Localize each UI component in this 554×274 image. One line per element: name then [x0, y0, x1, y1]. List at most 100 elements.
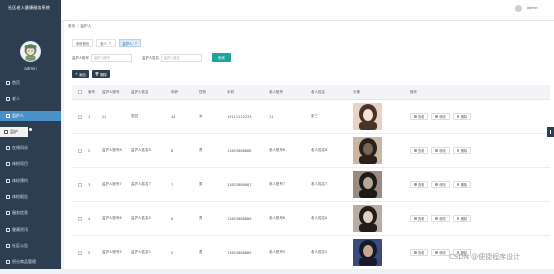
view-label: 查看 — [418, 115, 425, 119]
cell-age: 7 — [171, 182, 174, 187]
photo-image — [353, 205, 382, 232]
close-icon[interactable]: × — [109, 41, 112, 45]
cell-sex: 女 — [199, 114, 203, 118]
header-phone: 手机 — [227, 89, 234, 94]
view-button[interactable]: 查看 — [410, 249, 429, 256]
sidebar-item-checkup-report[interactable]: 体检报告 — [0, 192, 61, 202]
sidebar-item-label: 监护人 — [12, 112, 24, 118]
cell-elder-name: 老人姓名8 — [311, 148, 328, 152]
action-bar: + 添加 🗑 删除 — [72, 70, 110, 78]
row-checkbox[interactable] — [72, 182, 88, 187]
select-all-checkbox[interactable] — [72, 90, 88, 94]
sidebar-item-service-info[interactable]: 服务信息 — [0, 208, 61, 218]
view-label: 查看 — [418, 149, 425, 153]
sidebar-item-label: 在线问诊 — [12, 145, 28, 151]
edit-button[interactable]: 修改 — [431, 113, 450, 120]
header-elder-account: 老人账号 — [269, 89, 283, 94]
delete-row-button[interactable]: 删除 — [452, 181, 472, 188]
checkbox-box — [78, 148, 82, 153]
eye-icon — [414, 183, 417, 186]
sidebar-subitem-guardian[interactable]: 监护 — [0, 126, 28, 137]
sidebar-item-elder[interactable]: 老人 — [0, 94, 61, 104]
cell-sex: 男 — [199, 216, 203, 220]
avatar[interactable] — [20, 41, 41, 62]
cell-sex: 男 — [199, 250, 203, 254]
view-button[interactable]: 查看 — [410, 113, 429, 120]
sidebar-item-guardian[interactable]: 监护人 — [0, 110, 61, 121]
breadcrumb-home[interactable]: 首页 — [68, 24, 75, 28]
sidebar-item-points-goods[interactable]: 积分商品管理 — [0, 257, 61, 267]
edit-icon — [435, 217, 438, 220]
tab-system-home[interactable]: 系统首页 — [72, 39, 94, 47]
eye-icon — [414, 115, 417, 118]
delete-row-button[interactable]: 删除 — [452, 147, 472, 154]
photo-image — [353, 137, 382, 164]
top-username[interactable]: admin — [527, 6, 538, 10]
edit-label: 修改 — [439, 217, 446, 221]
row-checkbox[interactable] — [72, 114, 88, 119]
header-age: 年龄 — [171, 89, 178, 94]
row-checkbox[interactable] — [72, 250, 88, 255]
header-operations: 操作 — [410, 89, 417, 94]
cell-elder-name: 张三 — [311, 114, 318, 118]
cell-phone: 13823888888 — [227, 148, 252, 153]
edit-button[interactable]: 修改 — [431, 181, 450, 188]
row-checkbox[interactable] — [72, 216, 88, 221]
sidebar-item-checkup-items[interactable]: 体检项目 — [0, 159, 61, 169]
edit-button[interactable]: 修改 — [431, 215, 450, 222]
sidebar-item-checkup-booking[interactable]: 体检预约 — [0, 176, 61, 186]
news-icon — [6, 227, 10, 232]
trash-icon — [456, 149, 460, 152]
cell-index: 4 — [88, 216, 91, 221]
delete-button[interactable]: 🗑 删除 — [91, 70, 110, 78]
user-avatar-icon[interactable] — [515, 5, 522, 12]
cell-account: 监护人账号7 — [102, 182, 122, 186]
table-row: 3 监护人账号7 监护人姓名7 7 男 13823888887 老人账号7 老人… — [72, 168, 550, 202]
table-row: 1 22 张四 44 女 15111122233 11 张三 查看 修改 删除 — [72, 100, 550, 134]
cell-phone: 13823888885 — [227, 250, 252, 255]
breadcrumb-current: 监护人 — [80, 24, 92, 28]
trash-icon — [456, 115, 460, 118]
sidebar-item-consultation[interactable]: 在线问诊 — [0, 143, 61, 153]
sidebar-item-label: 健康资讯 — [12, 226, 28, 232]
add-button-label: 添加 — [78, 72, 86, 77]
sidebar-item-label: 监护 — [10, 128, 18, 134]
mouse-cursor — [29, 128, 32, 131]
tab-guardian[interactable]: 监护人 × — [118, 39, 142, 47]
photo-image — [353, 239, 382, 266]
user-icon — [6, 113, 10, 118]
trash-icon — [456, 217, 460, 220]
sidebar-item-notices[interactable]: 社区公告 — [0, 241, 61, 251]
sidebar-item-label: 体检报告 — [12, 194, 28, 200]
checkbox-box — [78, 250, 82, 255]
close-icon[interactable]: × — [134, 41, 137, 45]
view-button[interactable]: 查看 — [410, 181, 429, 188]
sidebar-item-home[interactable]: 首页 — [0, 78, 61, 88]
edit-label: 修改 — [439, 149, 446, 153]
tab-label: 系统首页 — [76, 41, 90, 46]
search-button[interactable]: 查询 — [211, 53, 231, 62]
side-scroll-handle[interactable] — [547, 127, 554, 137]
table-body: 1 22 张四 44 女 15111122233 11 张三 查看 修改 删除 … — [72, 100, 550, 270]
guardian-name-input[interactable]: 监护人姓名 — [160, 53, 202, 62]
tab-elder[interactable]: 老人 × — [96, 39, 116, 47]
guardian-photo — [353, 103, 382, 130]
add-button[interactable]: + 添加 — [72, 70, 89, 78]
guardian-account-input[interactable]: 监护人账号 — [90, 53, 132, 62]
view-button[interactable]: 查看 — [410, 215, 429, 222]
delete-button-label: 删除 — [100, 72, 107, 77]
cell-elder-name: 老人姓名7 — [311, 182, 328, 186]
chat-icon — [6, 146, 10, 151]
edit-button[interactable]: 修改 — [431, 147, 450, 154]
header-account: 监护人账号 — [102, 89, 120, 94]
sidebar-menu: 首页 老人 监护人 监护 在线问诊 体检项目 体检预约 体检报告 服务信息 健康… — [0, 78, 61, 274]
edit-button[interactable]: 修改 — [431, 249, 450, 256]
delete-row-button[interactable]: 删除 — [452, 113, 472, 120]
cell-elder-account: 老人账号7 — [269, 182, 286, 186]
sidebar-item-health-news[interactable]: 健康资讯 — [0, 225, 61, 235]
delete-row-button[interactable]: 删除 — [452, 215, 472, 222]
trash-icon — [456, 183, 460, 186]
view-button[interactable]: 查看 — [410, 147, 429, 154]
sidebar-item-label: 首页 — [12, 80, 20, 85]
row-checkbox[interactable] — [72, 148, 88, 153]
